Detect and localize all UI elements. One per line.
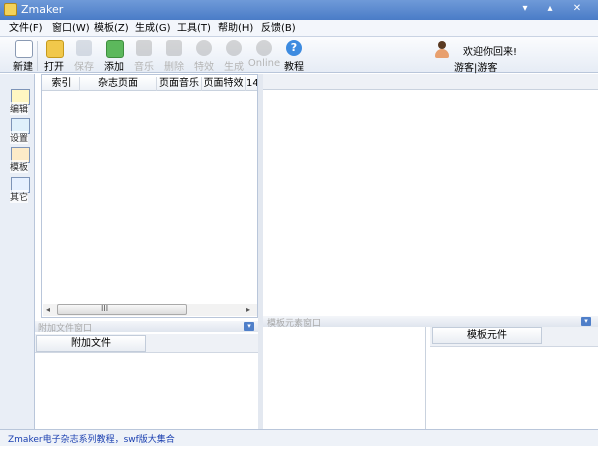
scroll-right-icon[interactable]: ▸ (246, 305, 250, 314)
column-music[interactable]: 页面音乐 (157, 77, 202, 91)
user-status[interactable]: 游客|游客 (454, 59, 497, 74)
menu-template[interactable]: 模板(Z) (94, 22, 129, 35)
app-icon (4, 3, 17, 16)
scroll-grip-icon: III (101, 304, 109, 313)
sidebar-item-template[interactable]: 模板 (9, 147, 31, 173)
scroll-left-icon[interactable]: ◂ (46, 305, 50, 314)
new-file-icon (15, 40, 33, 58)
column-extra[interactable]: 14 (246, 77, 257, 91)
save-icon (76, 40, 92, 56)
preview-area (263, 90, 598, 310)
folder-icon (46, 40, 64, 58)
status-link[interactable]: Zmaker电子杂志系列教程，swf版大集合 (8, 432, 175, 445)
column-effects[interactable]: 页面特效 (202, 77, 246, 91)
sidebar-label-edit: 编辑 (10, 102, 29, 115)
minimize-button[interactable]: ▾ (516, 2, 534, 16)
column-index[interactable]: 索引 (44, 77, 80, 91)
delete-icon (166, 40, 182, 56)
sidebar-item-edit[interactable]: 编辑 (9, 89, 31, 115)
sidebar-item-settings[interactable]: 设置 (9, 118, 31, 144)
preview-header (263, 74, 598, 90)
template-elements-area (263, 327, 426, 429)
menu-generate[interactable]: 生成(G) (135, 22, 171, 35)
sidebar-label-other: 其它 (10, 190, 29, 203)
tutorial-label: 教程 (284, 62, 304, 73)
welcome-text: 欢迎你回来! (463, 47, 518, 58)
online-icon (256, 40, 272, 56)
tutorial-button[interactable]: ? 教程 (280, 39, 308, 73)
sidebar-label-settings: 设置 (10, 131, 29, 144)
attach-panel-title: 附加文件窗口 (38, 324, 93, 334)
sidebar-label-template: 模板 (10, 160, 29, 173)
tab-attach-files[interactable]: 附加文件 (36, 335, 146, 352)
menu-file[interactable]: 文件(F) (9, 22, 43, 35)
title-bar (0, 0, 598, 20)
menu-help[interactable]: 帮助(H) (218, 22, 253, 35)
attach-panel-body (35, 353, 258, 429)
maximize-button[interactable]: ▴ (541, 2, 559, 16)
scroll-thumb[interactable] (57, 304, 187, 315)
menu-window[interactable]: 窗口(W) (52, 22, 90, 35)
user-avatar-icon (434, 41, 450, 59)
window-title: Zmaker (21, 3, 64, 16)
sidebar-item-other[interactable]: 其它 (9, 177, 31, 203)
star-icon (196, 40, 212, 56)
page-list-panel (41, 74, 258, 318)
tab-template-components[interactable]: 模板元件 (432, 327, 542, 344)
template-dropdown-icon[interactable]: ▾ (581, 317, 591, 326)
close-button[interactable]: ✕ (568, 2, 586, 16)
generate-icon (226, 40, 242, 56)
new-button[interactable]: 新建 (9, 39, 37, 73)
music-icon (136, 40, 152, 56)
column-page[interactable]: 杂志页面 (80, 77, 157, 91)
help-icon: ? (286, 40, 302, 56)
attach-dropdown-icon[interactable]: ▾ (244, 322, 254, 331)
add-page-icon (106, 40, 124, 58)
menu-feedback[interactable]: 反馈(B) (261, 22, 296, 35)
menu-tools[interactable]: 工具(T) (177, 22, 211, 35)
